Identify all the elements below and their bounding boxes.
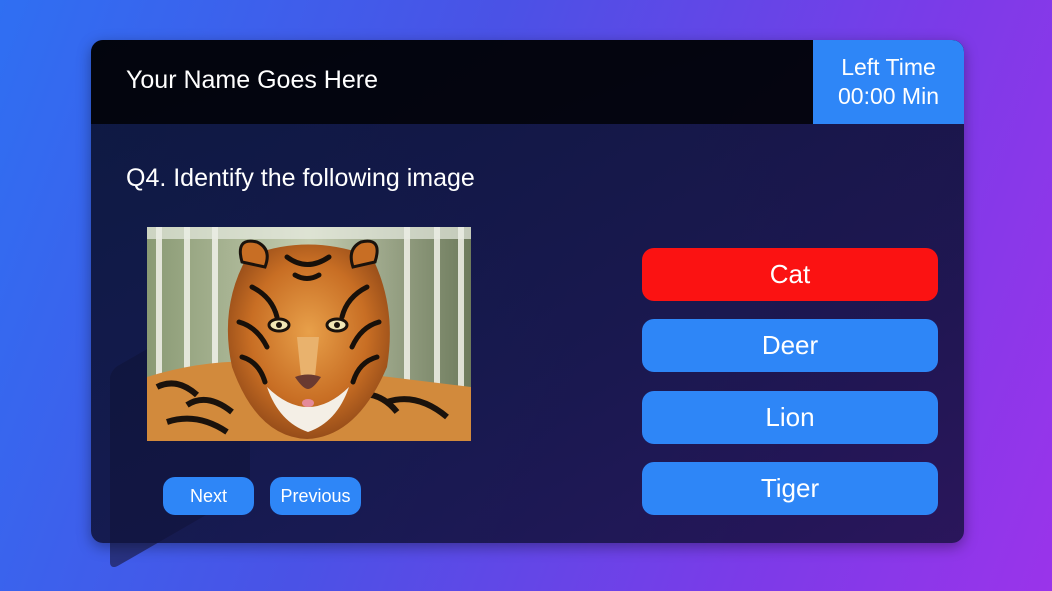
option-lion[interactable]: Lion xyxy=(642,391,938,444)
option-tiger[interactable]: Tiger xyxy=(642,462,938,515)
timer-box: Left Time 00:00 Min xyxy=(813,40,964,124)
next-button[interactable]: Next xyxy=(163,477,254,515)
question-text: Q4. Identify the following image xyxy=(126,164,475,192)
tiger-image xyxy=(147,227,471,441)
quiz-panel: Your Name Goes Here Left Time 00:00 Min … xyxy=(91,40,964,543)
quiz-header: Your Name Goes Here Left Time 00:00 Min xyxy=(91,40,964,124)
tiger-illustration xyxy=(147,227,471,441)
timer-label: Left Time xyxy=(841,54,936,80)
player-name: Your Name Goes Here xyxy=(126,66,378,94)
previous-button[interactable]: Previous xyxy=(270,477,361,515)
timer-value: 00:00 Min xyxy=(837,83,939,109)
option-cat[interactable]: Cat xyxy=(642,248,938,301)
option-deer[interactable]: Deer xyxy=(642,319,938,372)
